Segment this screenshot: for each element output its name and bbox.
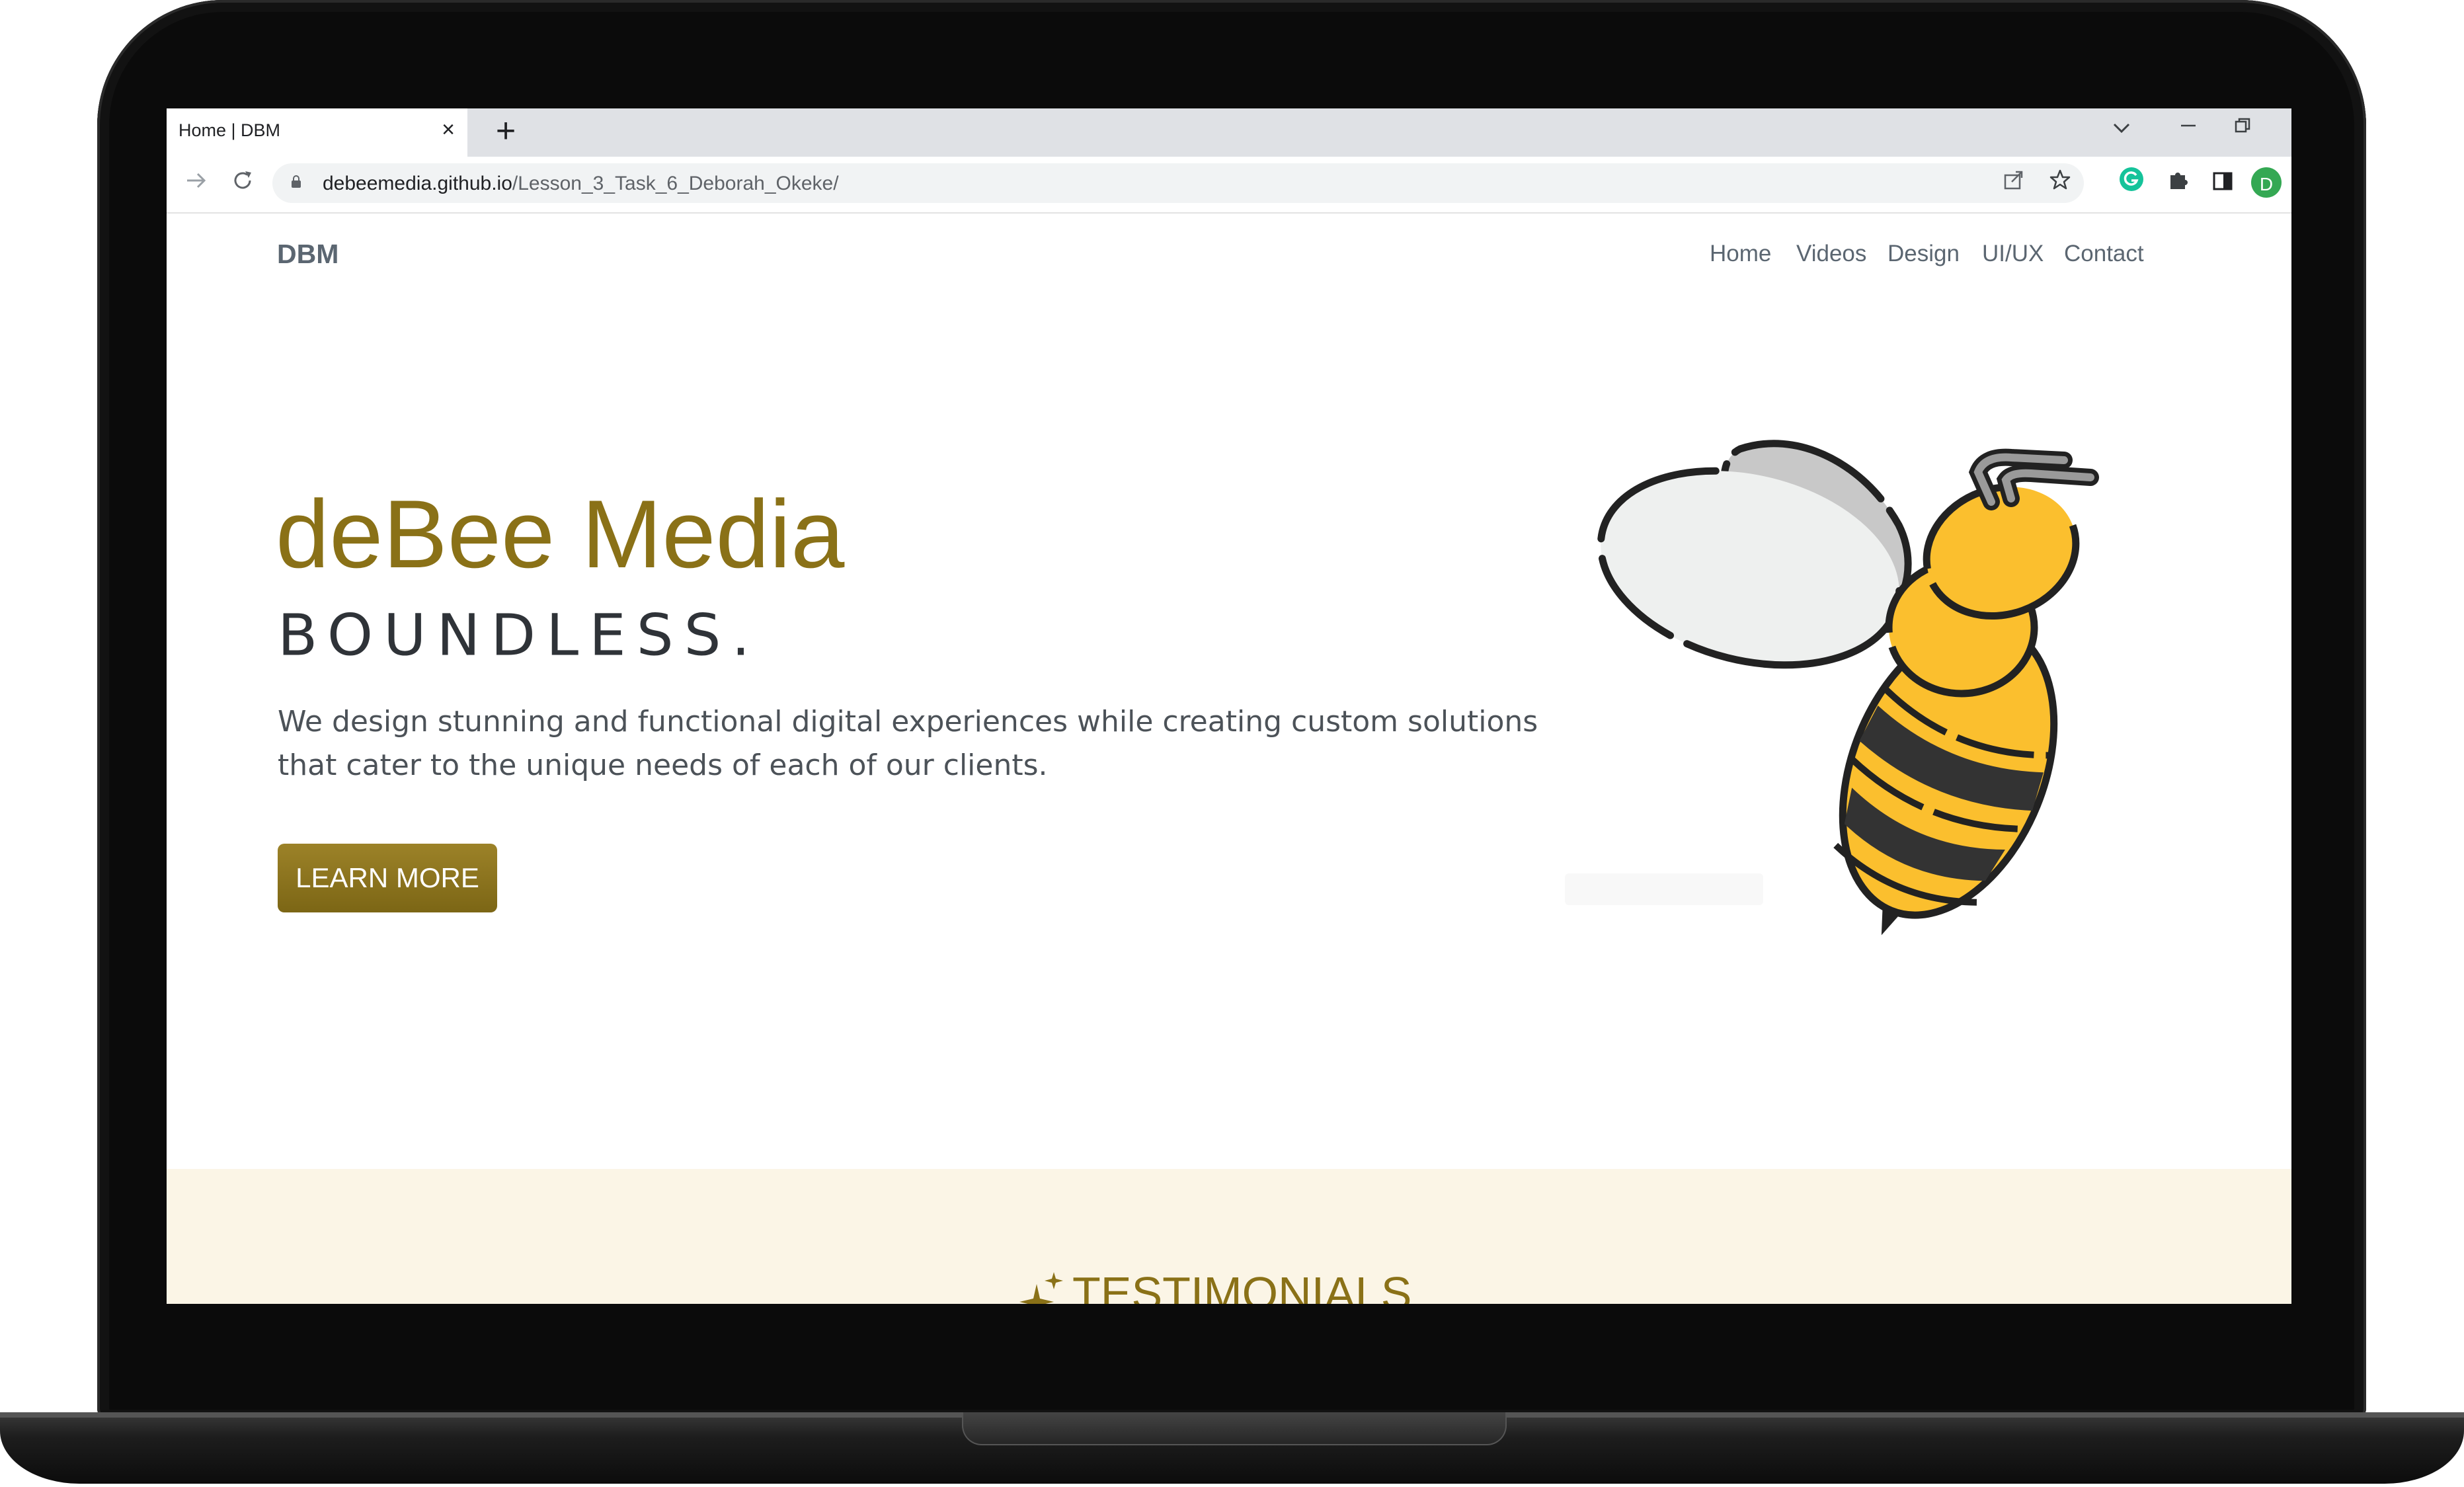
forward-icon[interactable] [180, 167, 213, 200]
learn-more-button[interactable]: LEARN MORE [278, 844, 497, 912]
restore-icon[interactable] [2223, 114, 2262, 143]
grammarly-icon[interactable] [2113, 166, 2150, 203]
url-host: debeemedia.github.io [323, 173, 512, 194]
site-brand-logo[interactable]: DBM [277, 239, 338, 270]
laptop-hinge-notch [962, 1412, 1507, 1445]
browser-tab-strip: Home | DBM × + [167, 108, 2291, 157]
hero-subtitle: BOUNDLESS. [278, 602, 761, 668]
lock-icon[interactable] [291, 175, 301, 188]
url-text[interactable]: debeemedia.github.io/Lesson_3_Task_6_Deb… [323, 173, 839, 195]
browser-toolbar: debeemedia.github.io/Lesson_3_Task_6_Deb… [167, 157, 2291, 214]
profile-initial: D [2259, 174, 2274, 194]
extensions-puzzle-icon[interactable] [2159, 166, 2196, 203]
testimonials-title: TESTIMONIALS [1072, 1267, 1412, 1304]
minimize-icon[interactable] [2168, 114, 2208, 143]
url-path: /Lesson_3_Task_6_Deborah_Okeke/ [512, 173, 839, 194]
hero-title: deBee Media [276, 480, 845, 588]
hero-description: We design stunning and functional digita… [278, 705, 1538, 782]
nav-link-videos[interactable]: Videos [1796, 241, 1866, 267]
tab-close-icon[interactable]: × [436, 118, 460, 141]
nav-link-ui-ux[interactable]: UI/UX [1982, 241, 2044, 267]
nav-link-design[interactable]: Design [1888, 241, 1960, 267]
bee-illustration [1597, 440, 2099, 936]
sparkle-icon [1019, 1272, 1063, 1304]
laptop-screen: Home | DBM × + debeemedia.github.io/Less… [167, 108, 2291, 1304]
share-icon[interactable] [1995, 165, 2032, 202]
profile-avatar[interactable]: D [2248, 166, 2285, 203]
tab-title: Home | DBM [179, 120, 281, 140]
nav-link-contact[interactable]: Contact [2064, 241, 2144, 267]
tab-search-icon[interactable] [2102, 114, 2141, 143]
nav-link-home[interactable]: Home [1710, 241, 1771, 267]
browser-tab[interactable]: Home | DBM × [167, 108, 467, 157]
new-tab-button[interactable]: + [489, 114, 522, 148]
bookmark-star-icon[interactable] [2042, 165, 2079, 202]
side-panel-icon[interactable] [2204, 166, 2241, 203]
address-bar[interactable]: debeemedia.github.io/Lesson_3_Task_6_Deb… [272, 163, 2084, 203]
reload-icon[interactable] [226, 167, 259, 200]
